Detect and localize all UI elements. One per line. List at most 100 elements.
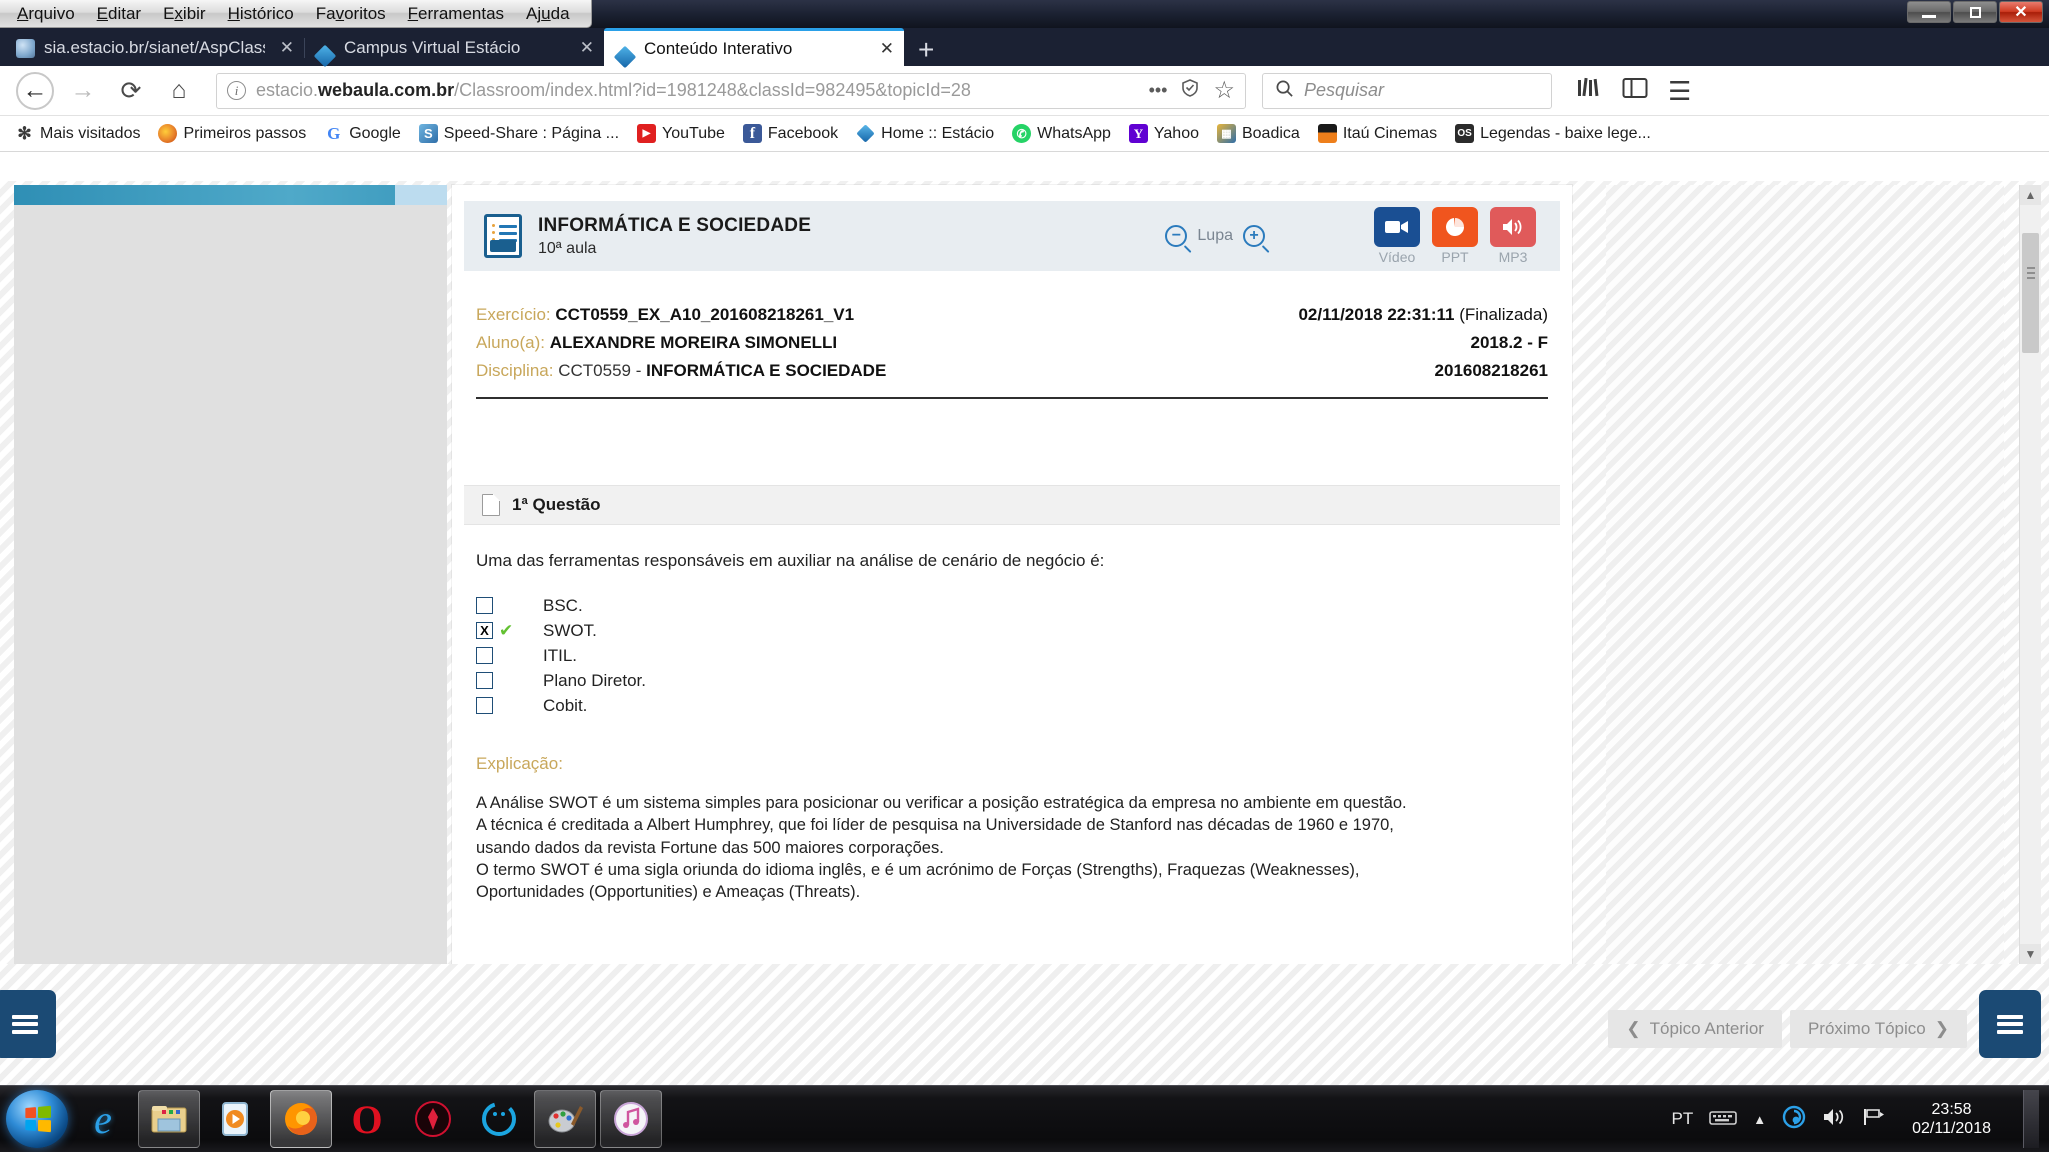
bookmark-mais-visitados[interactable]: ✻ Mais visitados — [8, 121, 147, 146]
scroll-up-arrow-icon[interactable]: ▲ — [2020, 185, 2041, 205]
volume-icon[interactable] — [1822, 1107, 1846, 1132]
scrollbar-thumb[interactable] — [2022, 233, 2039, 353]
scroll-down-arrow-icon[interactable]: ▼ — [2020, 944, 2041, 964]
bookmark-boadica[interactable]: ▦ Boadica — [1210, 121, 1307, 146]
menu-item-ferramentas[interactable]: Ferramentas — [397, 2, 515, 26]
maximize-button[interactable] — [1953, 1, 1997, 23]
home-button-icon[interactable]: ⌂ — [160, 72, 198, 110]
shield-icon[interactable] — [1180, 78, 1200, 103]
answer-option-selected[interactable]: X ✔ SWOT. — [476, 618, 1548, 643]
keyboard-icon[interactable] — [1709, 1108, 1738, 1131]
answer-option[interactable]: Cobit. — [476, 693, 1548, 718]
menu-item-arquivo[interactable]: AArquivorquivo — [6, 2, 86, 26]
bookmark-label: Boadica — [1241, 124, 1300, 142]
taskbar-kmplayer[interactable] — [402, 1090, 464, 1148]
taskbar-windows-explorer[interactable] — [138, 1090, 200, 1148]
reload-button-icon[interactable]: ⟳ — [112, 72, 150, 110]
start-button[interactable] — [6, 1090, 68, 1148]
zoom-in-icon[interactable]: + — [1243, 225, 1265, 247]
bookmark-star-icon[interactable]: ☆ — [1213, 76, 1235, 105]
answer-checkbox-checked[interactable]: X — [476, 622, 493, 639]
sidebar-toggle-right-button[interactable] — [1979, 990, 2041, 1058]
menu-item-favoritos[interactable]: Favoritos — [305, 2, 397, 26]
taskbar-internet-explorer[interactable]: e — [72, 1090, 134, 1148]
exercise-info-block: Exercício: CCT0559_EX_A10_201608218261_V… — [476, 301, 1548, 399]
back-button-icon[interactable]: ← — [16, 71, 54, 110]
browser-tab-2[interactable]: Campus Virtual Estácio ✕ — [304, 30, 604, 66]
explanation-line: Oportunidades (Opportunities) e Ameaças … — [476, 883, 861, 902]
forward-button-icon[interactable]: → — [64, 72, 102, 110]
windows-logo-icon — [25, 1105, 51, 1133]
bookmark-google[interactable]: G Google — [317, 121, 408, 146]
question-statement: Uma das ferramentas responsáveis em auxi… — [476, 551, 1105, 570]
browser-tab-1[interactable]: sia.estacio.br/sianet/AspClassic ✕ — [4, 30, 304, 66]
next-topic-button[interactable]: Próximo Tópico ❯ — [1789, 1010, 1967, 1048]
answer-checkbox[interactable] — [476, 697, 493, 714]
tab-close-icon[interactable]: ✕ — [574, 38, 594, 58]
bookmark-whatsapp[interactable]: ✆ WhatsApp — [1005, 121, 1118, 146]
bookmark-itau-cinemas[interactable]: Itaú Cinemas — [1311, 121, 1444, 146]
taskbar-opera[interactable]: O — [336, 1090, 398, 1148]
menu-item-ajuda[interactable]: Ajuda — [515, 2, 581, 26]
answer-option[interactable]: BSC. — [476, 593, 1548, 618]
language-indicator[interactable]: PT — [1672, 1109, 1694, 1129]
zoom-out-icon[interactable]: − — [1165, 225, 1188, 247]
menu-bar: AArquivorquivo Editar Exibir Histórico F… — [0, 0, 592, 28]
bookmark-youtube[interactable]: ▶ YouTube — [630, 121, 732, 146]
gear-icon: ✻ — [17, 123, 32, 143]
info-row-disciplina: Disciplina: CCT0559 - INFORMÁTICA E SOCI… — [476, 357, 1548, 385]
sidebar-icon[interactable] — [1622, 77, 1648, 104]
media-video-button[interactable]: Vídeo — [1374, 207, 1420, 265]
minimize-button[interactable] — [1907, 1, 1951, 23]
network-icon[interactable] — [1782, 1105, 1806, 1134]
answer-checkbox[interactable] — [476, 672, 493, 689]
bookmark-legendas[interactable]: OS Legendas - baixe lege... — [1448, 121, 1658, 146]
info-right-value: 201608218261 — [1434, 361, 1548, 380]
answer-option[interactable]: ITIL. — [476, 643, 1548, 668]
menu-item-exibir[interactable]: Exibir — [152, 2, 217, 26]
yahoo-icon: Y — [1128, 124, 1148, 143]
menu-item-editar[interactable]: Editar — [86, 2, 152, 26]
taskbar-ccleaner[interactable] — [468, 1090, 530, 1148]
itau-icon — [1317, 124, 1337, 143]
info-value-code: CCT0559 - — [558, 361, 647, 380]
taskbar-firefox[interactable] — [270, 1090, 332, 1148]
page-actions-icon[interactable]: ••• — [1149, 80, 1168, 101]
close-button[interactable]: ✕ — [1999, 1, 2043, 23]
action-center-flag-icon[interactable] — [1862, 1107, 1886, 1132]
page-scrollbar[interactable]: ▲ ▼ — [2019, 185, 2041, 964]
new-tab-button[interactable]: + — [904, 36, 948, 66]
url-bar-actions: ••• ☆ — [1149, 76, 1235, 105]
bookmark-yahoo[interactable]: Y Yahoo — [1122, 121, 1206, 146]
taskbar-media-player[interactable] — [204, 1090, 266, 1148]
answer-checkbox[interactable] — [476, 647, 493, 664]
taskbar-itunes[interactable] — [600, 1090, 662, 1148]
app-menu-icon[interactable]: ☰ — [1668, 78, 1691, 104]
previous-topic-button[interactable]: ❮ Tópico Anterior — [1608, 1010, 1782, 1048]
firefox-icon — [158, 124, 178, 143]
sidebar-toggle-left-button[interactable] — [0, 990, 56, 1058]
menu-item-historico[interactable]: Histórico — [217, 2, 305, 26]
library-icon[interactable] — [1576, 76, 1602, 105]
taskbar-clock[interactable]: 23:58 02/11/2018 — [1902, 1100, 2001, 1138]
bookmark-home-estacio[interactable]: Home :: Estácio — [849, 121, 1001, 146]
media-caption: PPT — [1441, 249, 1469, 265]
explanation-line: usando dados da revista Fortune das 500 … — [476, 838, 944, 857]
media-mp3-button[interactable]: MP3 — [1490, 207, 1536, 265]
search-bar[interactable]: Pesquisar — [1262, 72, 1552, 109]
browser-tab-3-active[interactable]: Conteúdo Interativo ✕ — [604, 28, 904, 66]
tab-close-icon[interactable]: ✕ — [274, 38, 294, 58]
taskbar-paint[interactable] — [534, 1090, 596, 1148]
page-info-icon[interactable]: i — [227, 81, 246, 100]
show-desktop-button[interactable] — [2023, 1090, 2039, 1148]
answer-options-list: BSC. X ✔ SWOT. ITIL. Plano Diretor. Cobi… — [476, 593, 1548, 718]
media-ppt-button[interactable]: PPT — [1432, 207, 1478, 265]
answer-option[interactable]: Plano Diretor. — [476, 668, 1548, 693]
bookmark-speed-share[interactable]: S Speed-Share : Página ... — [412, 121, 626, 146]
tab-close-icon[interactable]: ✕ — [874, 39, 894, 59]
bookmark-facebook[interactable]: f Facebook — [736, 121, 845, 146]
url-bar[interactable]: i estacio.webaula.com.br/Classroom/index… — [216, 72, 1246, 109]
show-hidden-icons-button[interactable]: ▲ — [1753, 1112, 1766, 1127]
answer-checkbox[interactable] — [476, 597, 493, 614]
bookmark-primeiros-passos[interactable]: Primeiros passos — [151, 121, 313, 146]
